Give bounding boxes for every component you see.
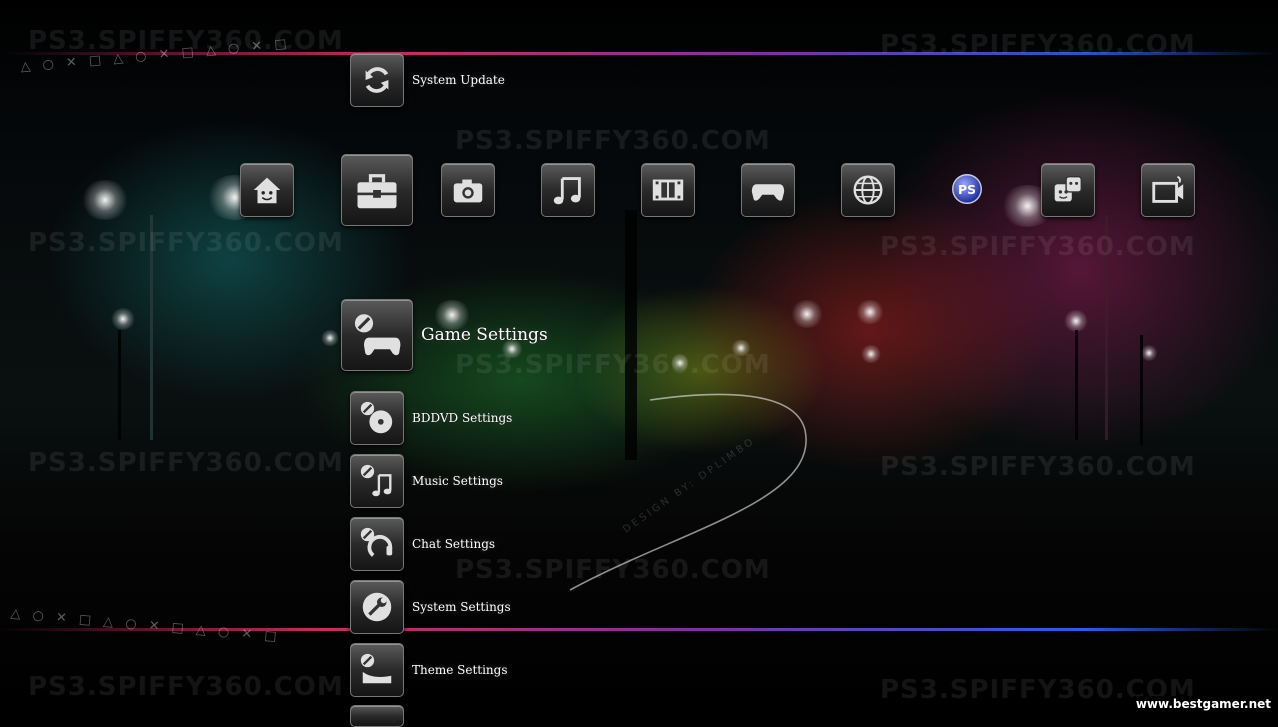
- system-update-item[interactable]: System Update: [350, 53, 505, 107]
- watermark: PS3.SPIFFY360.COM: [28, 448, 344, 478]
- headset-settings-icon: [350, 517, 404, 571]
- toolbox-icon[interactable]: [341, 154, 413, 226]
- film-icon[interactable]: [641, 163, 695, 217]
- bddvd-settings-label: BDDVD Settings: [412, 411, 513, 425]
- system-update-label: System Update: [412, 73, 505, 87]
- chat-settings-item[interactable]: Chat Settings: [350, 517, 495, 571]
- game-settings-label: Game Settings: [421, 325, 548, 345]
- home-face-icon[interactable]: [240, 163, 294, 217]
- watermark: PS3.SPIFFY360.COM: [880, 232, 1196, 262]
- psn-glyph: PS: [958, 183, 976, 197]
- watermark: PS3.SPIFFY360.COM: [880, 452, 1196, 482]
- system-settings-item[interactable]: System Settings: [350, 580, 511, 634]
- system-settings-label: System Settings: [412, 600, 511, 614]
- watermark: PS3.SPIFFY360.COM: [28, 228, 344, 258]
- music-settings-item[interactable]: Music Settings: [350, 454, 503, 508]
- theme-settings-icon: [350, 643, 404, 697]
- gamepad-icon[interactable]: [741, 163, 795, 217]
- next-item-icon[interactable]: [350, 705, 404, 727]
- game-settings-item[interactable]: Game Settings: [341, 299, 548, 371]
- tv-icon[interactable]: [1141, 163, 1195, 217]
- bddvd-settings-item[interactable]: BDDVD Settings: [350, 391, 512, 445]
- globe-icon[interactable]: [841, 163, 895, 217]
- theme-settings-label: Theme Settings: [412, 663, 508, 677]
- psn-icon[interactable]: PS: [941, 163, 993, 215]
- music-settings-icon: [350, 454, 404, 508]
- dice-face-icon[interactable]: [1041, 163, 1095, 217]
- chat-settings-label: Chat Settings: [412, 537, 496, 551]
- camera-icon[interactable]: [441, 163, 495, 217]
- music-settings-label: Music Settings: [412, 474, 503, 488]
- music-note-icon[interactable]: [541, 163, 595, 217]
- watermark: PS3.SPIFFY360.COM: [455, 126, 771, 156]
- watermark: PS3.SPIFFY360.COM: [880, 30, 1196, 60]
- theme-settings-item[interactable]: Theme Settings: [350, 643, 508, 697]
- wrench-settings-icon: [350, 580, 404, 634]
- watermark: PS3.SPIFFY360.COM: [28, 672, 344, 702]
- refresh-icon: [350, 53, 404, 107]
- site-credit: www.bestgamer.net: [1132, 696, 1274, 712]
- disc-settings-icon: [350, 391, 404, 445]
- game-settings-icon: [341, 299, 413, 371]
